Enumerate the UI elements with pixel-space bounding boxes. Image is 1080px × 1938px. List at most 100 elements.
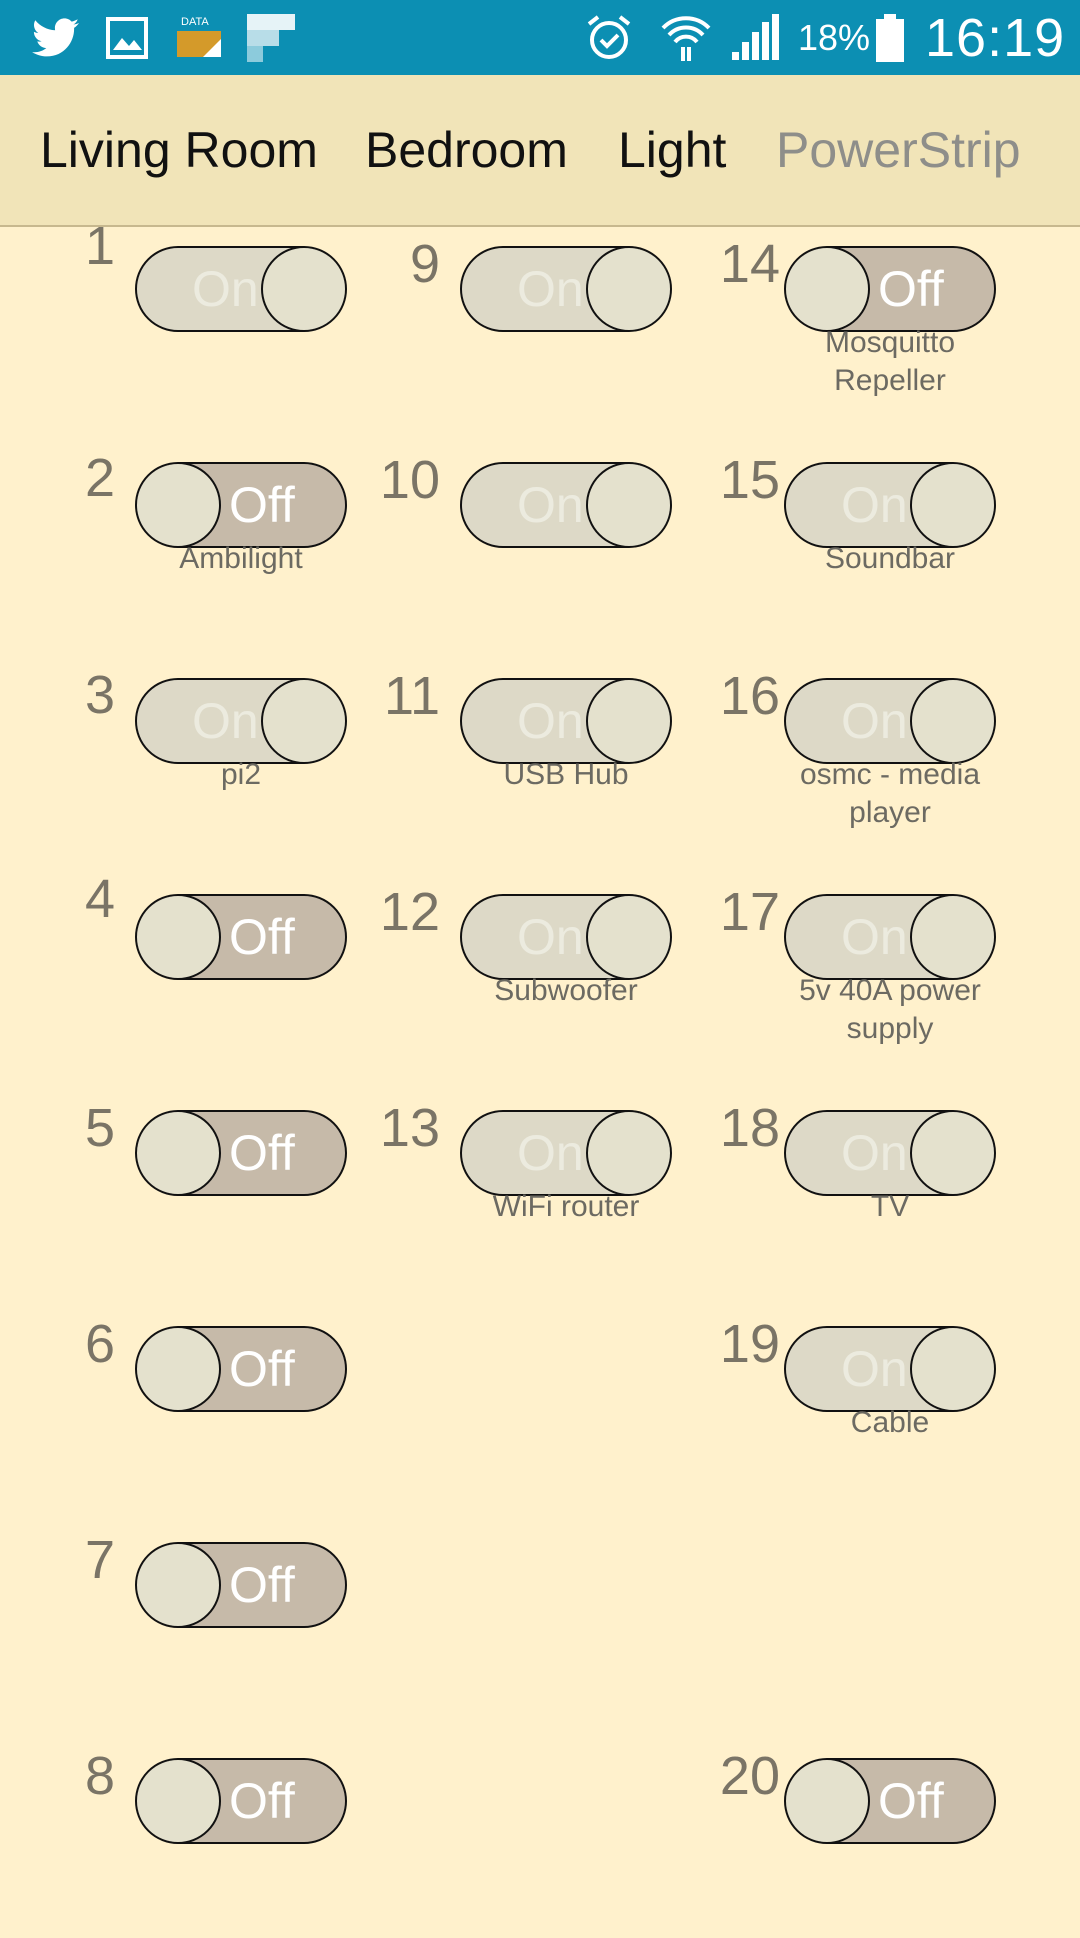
clock: 16:19	[925, 7, 1066, 68]
outlet-18: 18 On TV	[649, 1090, 996, 1290]
outlet-toggle[interactable]: On	[135, 246, 347, 332]
outlet-number: 18	[719, 1098, 780, 1158]
outlet-label: 5v 40A power supply	[799, 974, 981, 1045]
outlet-toggle[interactable]: Off	[135, 894, 347, 980]
outlet-grid: 1 On 2 Off Ambilight 3 On pi2 4 Off 5 Off 6 Off 7 Off 8 O…	[0, 216, 1080, 1920]
outlet-toggle[interactable]: On	[784, 1110, 996, 1196]
outlet-number: 3	[84, 665, 115, 725]
outlet-toggle[interactable]: On	[784, 678, 996, 764]
toggle-knob	[910, 896, 994, 978]
outlet-toggle[interactable]: On	[135, 678, 347, 764]
data-icon: DATA	[175, 0, 223, 75]
outlet-17: 17 On 5v 40A power supply	[649, 874, 996, 1074]
outlet-15: 15 On Soundbar	[649, 442, 996, 642]
outlet-number: 12	[379, 882, 440, 942]
tab-light[interactable]: Light	[618, 75, 726, 225]
outlet-toggle[interactable]: Off	[135, 1326, 347, 1412]
outlet-toggle[interactable]: Off	[135, 462, 347, 548]
outlet-label: Ambilight	[179, 542, 303, 575]
outlet-number: 19	[719, 1314, 780, 1374]
toggle-knob	[137, 1544, 221, 1626]
outlet-label: Mosquitto Repeller	[824, 326, 956, 397]
toggle-state-text: Off	[229, 477, 295, 533]
outlet-label: Soundbar	[824, 542, 956, 575]
outlet-number: 7	[84, 1530, 115, 1590]
tab-powerstrip[interactable]: PowerStrip	[776, 75, 1021, 225]
toggle-knob	[137, 896, 221, 978]
toggle-state-text: On	[517, 261, 584, 317]
outlet-toggle[interactable]: On	[460, 246, 672, 332]
outlet-number: 1	[84, 216, 115, 276]
outlet-number: 16	[719, 666, 780, 726]
toggle-knob	[786, 1760, 870, 1842]
toggle-state-text: Off	[229, 1341, 295, 1397]
toggle-state-text: On	[517, 477, 584, 533]
outlet-label: Subwoofer	[494, 974, 638, 1007]
outlet-toggle[interactable]: On	[460, 1110, 672, 1196]
outlet-number: 14	[719, 234, 780, 294]
outlet-14: 14 Off Mosquitto Repeller	[649, 226, 996, 426]
outlet-2: 2 Off Ambilight	[0, 442, 347, 642]
toggle-state-text: On	[841, 1341, 908, 1397]
outlet-toggle[interactable]: On	[784, 1326, 996, 1412]
outlet-label: pi2	[220, 758, 262, 791]
toggle-knob	[910, 464, 994, 546]
outlet-6: 6 Off	[0, 1306, 347, 1506]
outlet-1: 1 On	[0, 216, 347, 426]
toggle-state-text: On	[841, 693, 908, 749]
tab-living-room[interactable]: Living Room	[40, 75, 318, 225]
outlet-number: 8	[84, 1746, 115, 1806]
battery-percent: 18%	[798, 16, 871, 58]
toggle-state-text: Off	[229, 1125, 295, 1181]
outlet-number: 6	[84, 1314, 115, 1374]
toggle-state-text: On	[192, 693, 259, 749]
outlet-number: 10	[379, 450, 440, 510]
gallery-icon	[105, 0, 149, 75]
outlet-toggle[interactable]: Off	[784, 1758, 996, 1844]
signal-icon	[730, 0, 780, 75]
toggle-state-text: On	[517, 693, 584, 749]
outlet-toggle[interactable]: Off	[135, 1758, 347, 1844]
toggle-state-text: On	[841, 477, 908, 533]
outlet-toggle[interactable]: Off	[135, 1110, 347, 1196]
outlet-number: 13	[379, 1098, 440, 1158]
outlet-11: 11 On USB Hub	[325, 658, 672, 858]
toggle-knob	[137, 1112, 221, 1194]
svg-text:DATA: DATA	[181, 16, 209, 28]
outlet-8: 8 Off	[0, 1738, 347, 1938]
outlet-number: 20	[719, 1746, 780, 1806]
outlet-16: 16 On osmc - media player	[649, 658, 996, 858]
toggle-state-text: On	[841, 909, 908, 965]
outlet-number: 15	[719, 450, 780, 510]
twitter-icon	[32, 0, 80, 75]
toggle-knob	[786, 248, 870, 330]
status-bar: DATA 18% 16:19	[0, 0, 1080, 75]
toggle-knob	[137, 464, 221, 546]
outlet-19: 19 On Cable	[649, 1306, 996, 1506]
outlet-label: WiFi router	[492, 1190, 640, 1223]
outlet-10: 10 On	[325, 442, 672, 642]
toggle-state-text: Off	[878, 1773, 944, 1829]
battery-icon	[876, 0, 904, 75]
outlet-toggle[interactable]: On	[784, 894, 996, 980]
outlet-toggle[interactable]: Off	[135, 1542, 347, 1628]
outlet-toggle[interactable]: On	[460, 894, 672, 980]
outlet-7: 7 Off	[0, 1522, 347, 1722]
flipboard-icon	[245, 0, 297, 75]
outlet-number: 11	[383, 666, 440, 726]
outlet-toggle[interactable]: On	[460, 462, 672, 548]
tab-bedroom[interactable]: Bedroom	[365, 75, 568, 225]
outlet-toggle[interactable]: On	[784, 462, 996, 548]
outlet-3: 3 On pi2	[0, 658, 347, 858]
outlet-toggle[interactable]: On	[460, 678, 672, 764]
toggle-state-text: On	[841, 1125, 908, 1181]
outlet-number: 17	[719, 882, 780, 942]
toggle-knob	[137, 1760, 221, 1842]
alarm-icon	[585, 0, 633, 75]
outlet-toggle[interactable]: Off	[784, 246, 996, 332]
outlet-label: osmc - media player	[799, 758, 981, 829]
outlet-9: 9 On	[325, 226, 672, 426]
toggle-knob	[137, 1328, 221, 1410]
outlet-5: 5 Off	[0, 1090, 347, 1290]
outlet-label: TV	[870, 1190, 910, 1223]
